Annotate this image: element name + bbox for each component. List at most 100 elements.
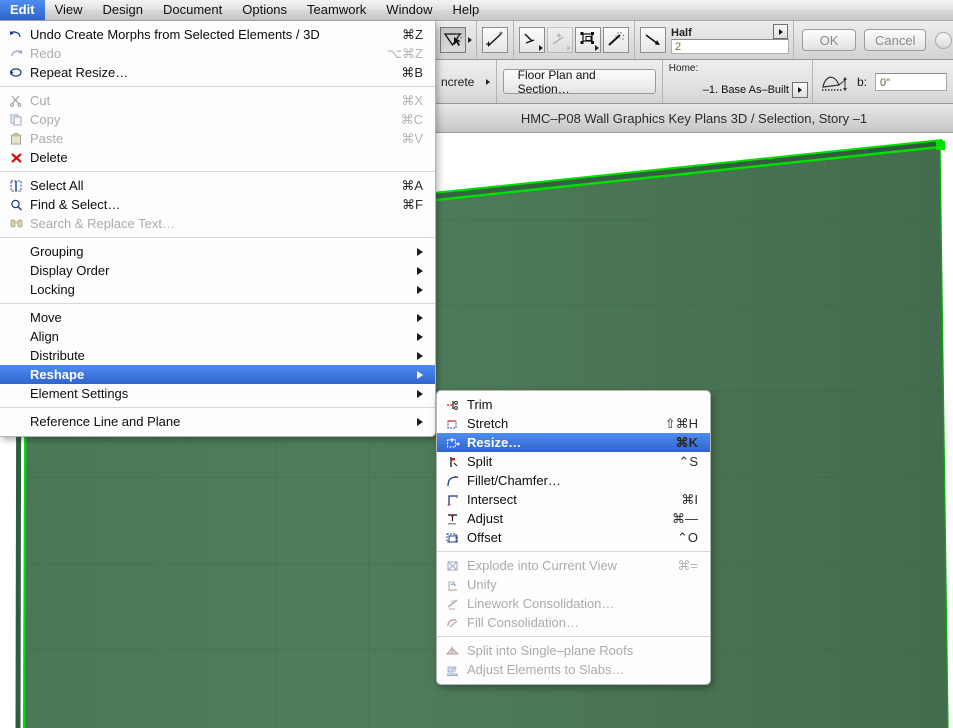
home-story-value: –1. Base As–Built xyxy=(702,84,789,96)
submenu-item-split-shortcut: ⌃S xyxy=(678,453,698,469)
submenu-item-resize-shortcut: ⌘K xyxy=(675,434,698,450)
menubar-item-design[interactable]: Design xyxy=(93,0,153,20)
menu-separator xyxy=(0,86,435,87)
submenu-arrow-icon xyxy=(417,313,423,322)
gravity-field-label: Half xyxy=(671,26,692,39)
menu-item-copy[interactable]: Copy ⌘C xyxy=(0,110,435,129)
palette-grip-knob[interactable] xyxy=(935,31,953,49)
delete-x-icon xyxy=(8,151,24,165)
application-window: Edit View Design Document Options Teamwo… xyxy=(0,0,953,728)
material-cell[interactable]: ncrete xyxy=(435,60,497,103)
home-label: Home: xyxy=(668,63,699,74)
rotate-dropdown-icon[interactable] xyxy=(539,45,543,51)
b-value-input[interactable]: 0" xyxy=(875,72,947,91)
menubar-item-edit[interactable]: Edit xyxy=(0,0,45,20)
gravity-field-value[interactable]: 2 xyxy=(671,38,789,54)
menu-item-reference-line-and-plane[interactable]: Reference Line and Plane xyxy=(0,412,435,431)
measure-tool-button[interactable] xyxy=(640,27,666,53)
menu-item-align[interactable]: Align xyxy=(0,327,435,346)
submenu-item-fill-consolidation[interactable]: Fill Consolidation… xyxy=(437,613,710,632)
page-title: HMC–P08 Wall Graphics Key Plans 3D / Sel… xyxy=(520,110,868,126)
ok-button[interactable]: OK xyxy=(802,29,856,51)
material-label: ncrete xyxy=(441,74,475,89)
gravity-field[interactable]: Half 2 xyxy=(671,24,789,56)
menubar-item-view[interactable]: View xyxy=(45,0,93,20)
adjust-slabs-icon xyxy=(445,663,461,677)
marquee-line-tool-button[interactable] xyxy=(482,27,508,53)
toolbar-group-gravity: Half 2 xyxy=(635,21,794,59)
b-label: b: xyxy=(856,74,867,89)
blank-icon xyxy=(8,415,24,429)
menu-item-element-settings-label: Element Settings xyxy=(30,386,129,401)
magic-wand-tool-button[interactable] xyxy=(603,27,629,53)
menubar-item-document[interactable]: Document xyxy=(153,0,232,20)
material-dropdown-icon[interactable] xyxy=(485,78,490,85)
menu-separator xyxy=(0,303,435,304)
menu-item-search-and-replace-text[interactable]: Search & Replace Text… xyxy=(0,214,435,233)
menubar-item-help[interactable]: Help xyxy=(443,0,490,20)
menu-item-paste[interactable]: Paste ⌘V xyxy=(0,129,435,148)
submenu-item-resize[interactable]: Resize… ⌘K xyxy=(437,433,710,452)
adjust-icon xyxy=(445,512,461,526)
menu-item-reshape[interactable]: Reshape xyxy=(0,365,435,384)
home-story-popup-button[interactable] xyxy=(791,82,808,98)
submenu-arrow-icon xyxy=(417,247,423,256)
menubar-item-teamwork[interactable]: Teamwork xyxy=(297,0,376,20)
submenu-item-adjust-elements-to-slabs[interactable]: Adjust Elements to Slabs… xyxy=(437,660,710,679)
menu-item-find-and-select[interactable]: Find & Select… ⌘F xyxy=(0,195,435,214)
toolbar-group-actions: OK Cancel ✖ xyxy=(794,21,953,59)
menu-item-redo[interactable]: Redo ⌥⌘Z xyxy=(0,44,435,63)
gravity-field-popup-button[interactable] xyxy=(773,24,788,39)
submenu-item-offset[interactable]: Offset ⌃O xyxy=(437,528,710,547)
floor-plan-and-section-button[interactable]: Floor Plan and Section… xyxy=(502,68,656,96)
cancel-button[interactable]: Cancel xyxy=(864,29,927,51)
menu-item-delete[interactable]: Delete xyxy=(0,148,435,167)
trim-icon xyxy=(445,398,461,412)
menu-item-distribute[interactable]: Distribute xyxy=(0,346,435,365)
arrow-select-tool-button[interactable] xyxy=(440,27,466,53)
toolbar: Half 2 OK Cancel ✖ xyxy=(435,21,953,60)
menu-item-undo[interactable]: Undo Create Morphs from Selected Element… xyxy=(0,25,435,44)
submenu-item-explode-into-current-view-shortcut: ⌘= xyxy=(677,557,698,573)
submenu-arrow-icon xyxy=(417,370,423,379)
menu-item-move[interactable]: Move xyxy=(0,308,435,327)
menu-item-display-order[interactable]: Display Order xyxy=(0,261,435,280)
mirror-tool-button[interactable] xyxy=(547,27,573,53)
submenu-item-split[interactable]: Split ⌃S xyxy=(437,452,710,471)
find-select-icon xyxy=(8,198,24,212)
menubar-item-window[interactable]: Window xyxy=(376,0,442,20)
submenu-item-unify[interactable]: Unify xyxy=(437,575,710,594)
menu-item-select-all[interactable]: Select All ⌘A xyxy=(0,176,435,195)
menu-item-reshape-label: Reshape xyxy=(30,367,85,382)
menu-item-reference-line-and-plane-label: Reference Line and Plane xyxy=(30,414,181,429)
menu-item-grouping[interactable]: Grouping xyxy=(0,242,435,261)
resize-icon xyxy=(445,436,461,450)
menubar-item-options[interactable]: Options xyxy=(232,0,297,20)
menu-separator xyxy=(0,171,435,172)
menu-item-cut[interactable]: Cut ⌘X xyxy=(0,91,435,110)
submenu-item-trim[interactable]: Trim xyxy=(437,395,710,414)
split-roofs-icon xyxy=(445,644,461,658)
arrow-select-dropdown-icon[interactable] xyxy=(468,37,472,43)
submenu-item-intersect[interactable]: Intersect ⌘I xyxy=(437,490,710,509)
menu-item-redo-shortcut: ⌥⌘Z xyxy=(387,45,423,61)
submenu-item-split-label: Split xyxy=(467,454,493,469)
submenu-item-stretch[interactable]: Stretch ⇧⌘H xyxy=(437,414,710,433)
menu-item-locking[interactable]: Locking xyxy=(0,280,435,299)
submenu-item-linework-consolidation[interactable]: Linework Consolidation… xyxy=(437,594,710,613)
submenu-item-linework-consolidation-label: Linework Consolidation… xyxy=(467,596,615,611)
submenu-item-explode-into-current-view[interactable]: Explode into Current View ⌘= xyxy=(437,556,710,575)
submenu-arrow-icon xyxy=(417,285,423,294)
submenu-item-adjust[interactable]: Adjust ⌘— xyxy=(437,509,710,528)
elevate-tool-button[interactable] xyxy=(575,27,601,53)
mirror-dropdown-icon[interactable] xyxy=(567,45,571,51)
submenu-arrow-icon xyxy=(417,417,423,426)
rotate-tool-button[interactable] xyxy=(519,27,545,53)
menu-item-repeat-resize[interactable]: Repeat Resize… ⌘B xyxy=(0,63,435,82)
home-story-selector[interactable]: –1. Base As–Built xyxy=(703,82,808,98)
submenu-item-fillet-chamfer[interactable]: Fillet/Chamfer… xyxy=(437,471,710,490)
elevate-dropdown-icon[interactable] xyxy=(595,45,599,51)
menu-item-find-and-select-label: Find & Select… xyxy=(30,197,121,212)
submenu-item-split-into-single-plane-roofs[interactable]: Split into Single–plane Roofs xyxy=(437,641,710,660)
menu-item-element-settings[interactable]: Element Settings xyxy=(0,384,435,403)
